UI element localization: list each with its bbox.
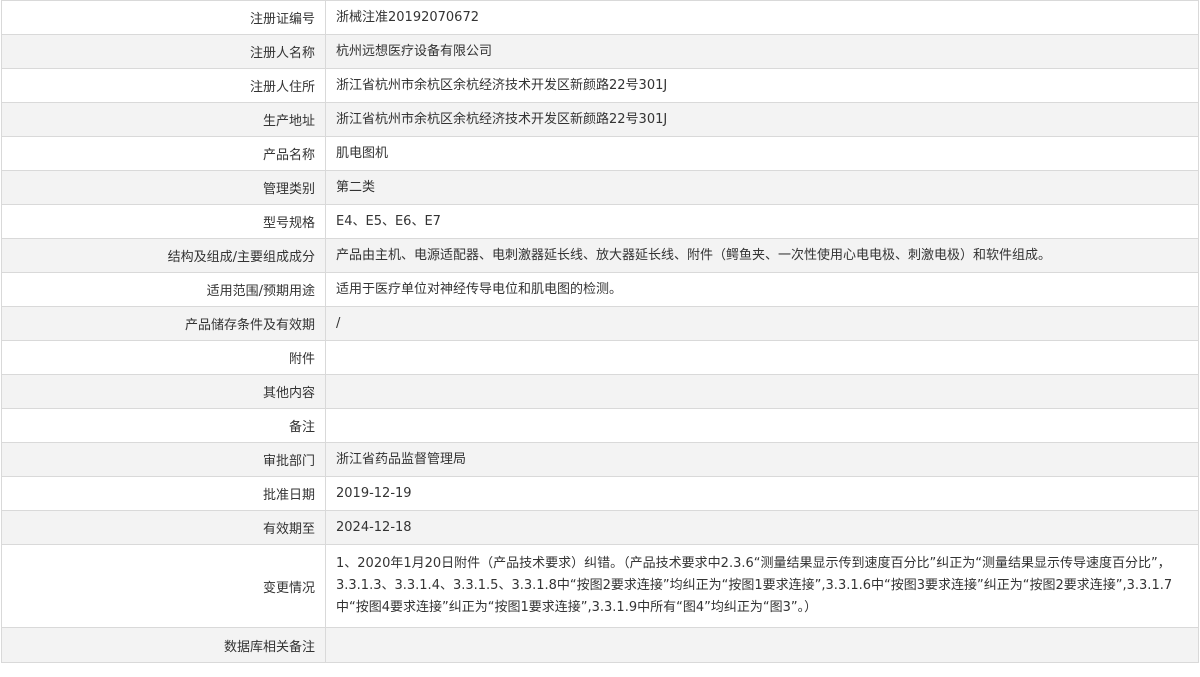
field-label: 批准日期 [1,476,326,511]
field-value: 浙江省药品监督管理局 [325,442,1199,477]
field-label: 注册人住所 [1,68,326,103]
field-label: 适用范围/预期用途 [1,272,326,307]
field-value: 2024-12-18 [325,510,1199,545]
table-row: 生产地址 浙江省杭州市余杭区余杭经济技术开发区新颜路22号301J [1,102,1199,137]
field-value: 1、2020年1月20日附件（产品技术要求）纠错。（产品技术要求中2.3.6“测… [325,544,1199,628]
field-value [325,374,1199,409]
registration-detail-table: 注册证编号 浙械注准20192070672 注册人名称 杭州远想医疗设备有限公司… [1,0,1199,663]
table-row: 数据库相关备注 [1,627,1199,663]
table-row: 管理类别 第二类 [1,170,1199,205]
field-value: / [325,306,1199,341]
field-label: 其他内容 [1,374,326,409]
field-label: 产品名称 [1,136,326,171]
table-row: 备注 [1,408,1199,443]
field-label: 管理类别 [1,170,326,205]
field-value: 第二类 [325,170,1199,205]
table-row: 批准日期 2019-12-19 [1,476,1199,511]
field-label: 注册证编号 [1,0,326,35]
field-value: 浙械注准20192070672 [325,0,1199,35]
field-value: 产品由主机、电源适配器、电刺激器延长线、放大器延长线、附件（鳄鱼夹、一次性使用心… [325,238,1199,273]
table-row: 附件 [1,340,1199,375]
field-value: 杭州远想医疗设备有限公司 [325,34,1199,69]
field-label: 注册人名称 [1,34,326,69]
table-row: 其他内容 [1,374,1199,409]
table-row: 有效期至 2024-12-18 [1,510,1199,545]
field-label: 数据库相关备注 [1,627,326,663]
table-row: 注册人名称 杭州远想医疗设备有限公司 [1,34,1199,69]
table-row: 变更情况 1、2020年1月20日附件（产品技术要求）纠错。（产品技术要求中2.… [1,544,1199,628]
field-value [325,408,1199,443]
field-label: 型号规格 [1,204,326,239]
table-row: 结构及组成/主要组成成分 产品由主机、电源适配器、电刺激器延长线、放大器延长线、… [1,238,1199,273]
field-value: 浙江省杭州市余杭区余杭经济技术开发区新颜路22号301J [325,102,1199,137]
field-value: E4、E5、E6、E7 [325,204,1199,239]
field-label: 生产地址 [1,102,326,137]
field-value: 浙江省杭州市余杭区余杭经济技术开发区新颜路22号301J [325,68,1199,103]
field-label: 产品储存条件及有效期 [1,306,326,341]
field-label: 审批部门 [1,442,326,477]
table-row: 适用范围/预期用途 适用于医疗单位对神经传导电位和肌电图的检测。 [1,272,1199,307]
table-row: 审批部门 浙江省药品监督管理局 [1,442,1199,477]
field-label: 有效期至 [1,510,326,545]
field-label: 结构及组成/主要组成成分 [1,238,326,273]
field-value [325,627,1199,663]
field-label: 变更情况 [1,544,326,628]
table-row: 型号规格 E4、E5、E6、E7 [1,204,1199,239]
table-row: 注册证编号 浙械注准20192070672 [1,0,1199,35]
table-row: 产品储存条件及有效期 / [1,306,1199,341]
field-value: 适用于医疗单位对神经传导电位和肌电图的检测。 [325,272,1199,307]
table-row: 注册人住所 浙江省杭州市余杭区余杭经济技术开发区新颜路22号301J [1,68,1199,103]
field-value: 2019-12-19 [325,476,1199,511]
field-label: 备注 [1,408,326,443]
table-row: 产品名称 肌电图机 [1,136,1199,171]
field-value [325,340,1199,375]
field-label: 附件 [1,340,326,375]
field-value: 肌电图机 [325,136,1199,171]
